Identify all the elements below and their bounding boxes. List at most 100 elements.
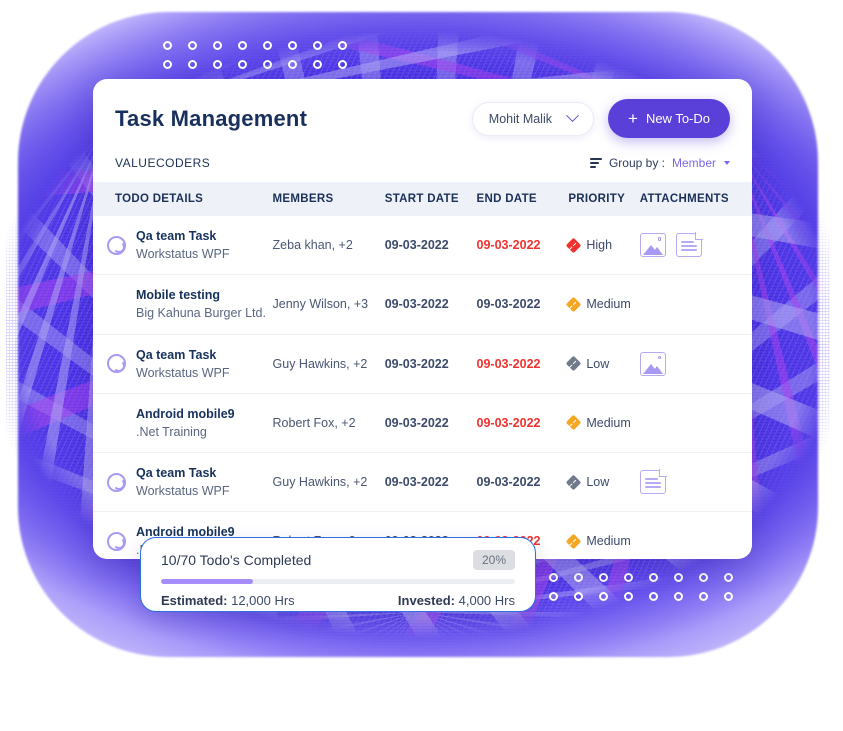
cell-attachments bbox=[639, 216, 752, 276]
image-attachment-icon[interactable] bbox=[639, 233, 666, 258]
priority-diamond-icon bbox=[566, 296, 582, 313]
cell-end-date: 09-03-2022 bbox=[476, 334, 569, 394]
cell-priority: Low bbox=[566, 452, 640, 513]
priority-label: Low bbox=[586, 475, 610, 490]
cell-start-date: 09-03-2022 bbox=[384, 274, 477, 335]
priority-diamond-icon bbox=[566, 533, 582, 550]
decorative-dot bbox=[724, 573, 733, 582]
progress-bar-fill bbox=[161, 579, 254, 584]
table-header-row: TODO DETAILS MEMBERS START DATE END DATE… bbox=[93, 182, 752, 216]
table-row[interactable]: Mobile testing Big Kahuna Burger Ltd. Jenn… bbox=[93, 274, 752, 335]
filter-lines-icon bbox=[589, 158, 602, 168]
priority-diamond-icon bbox=[566, 355, 582, 372]
priority-diamond-icon bbox=[566, 415, 582, 431]
end-date: 09-03-2022 bbox=[476, 475, 541, 490]
todo-subtitle: .Net Training bbox=[136, 424, 207, 439]
decorative-dot bbox=[213, 60, 222, 69]
table-row[interactable]: Qa team Task Workstatus WPF Guy Hawkins, +… bbox=[93, 452, 752, 513]
end-date: 09-03-2022 bbox=[476, 297, 541, 312]
screenshot-root: Task Management Mohit Malik + New To-Do … bbox=[0, 0, 843, 731]
cell-members: Guy Hawkins, +2 bbox=[272, 334, 385, 394]
column-header-members: MEMBERS bbox=[272, 182, 385, 216]
member-names: Guy Hawkins, +2 bbox=[272, 475, 368, 490]
decorative-dot bbox=[313, 60, 322, 69]
sync-circle-icon[interactable] bbox=[107, 354, 126, 374]
decorative-dot bbox=[599, 592, 608, 601]
decorative-dot bbox=[238, 60, 247, 69]
table-row[interactable]: Qa team Task Workstatus WPF Guy Hawkins, +… bbox=[93, 334, 752, 394]
new-todo-label: New To-Do bbox=[645, 111, 710, 126]
decorative-dot bbox=[338, 60, 347, 69]
table-row[interactable]: Qa team Task Workstatus WPF Zeba khan, +2 0… bbox=[93, 216, 752, 276]
todo-title: Qa team Task bbox=[136, 229, 217, 243]
decorative-dot bbox=[163, 60, 172, 69]
group-by-value: Member bbox=[671, 156, 716, 170]
group-by-control[interactable]: Group by : Member bbox=[589, 156, 730, 170]
decorative-dot bbox=[624, 592, 633, 601]
card-header: Task Management Mohit Malik + New To-Do bbox=[93, 79, 752, 152]
priority-label: Medium bbox=[586, 415, 631, 430]
invested-key: Invested: bbox=[397, 593, 455, 608]
cell-end-date: 09-03-2022 bbox=[476, 216, 569, 276]
cell-end-date: 09-03-2022 bbox=[476, 274, 569, 335]
cell-attachments bbox=[639, 452, 752, 513]
sync-circle-icon[interactable] bbox=[107, 531, 126, 551]
column-header-attachments: ATTACHMENTS bbox=[639, 182, 752, 216]
todo-subtitle: Workstatus WPF bbox=[136, 365, 230, 380]
sub-header: VALUECODERS Group by : Member bbox=[93, 152, 752, 182]
decorative-dot bbox=[338, 41, 347, 50]
cell-start-date: 09-03-2022 bbox=[384, 216, 477, 276]
column-header-todo-details: TODO DETAILS bbox=[93, 182, 273, 216]
chevron-down-icon bbox=[566, 109, 579, 123]
invested-hours: Invested: 4,000 Hrs bbox=[398, 593, 515, 608]
decorative-dot bbox=[674, 592, 683, 601]
member-names: Jenny Wilson, +3 bbox=[272, 297, 369, 312]
document-attachment-icon[interactable] bbox=[639, 469, 667, 495]
progress-top-row: 10/70 Todo's Completed 20% bbox=[161, 550, 515, 570]
page-title: Task Management bbox=[115, 105, 308, 131]
cell-todo-details: Qa team Task Workstatus WPF bbox=[93, 452, 273, 513]
organization-name: VALUECODERS bbox=[115, 156, 211, 170]
start-date: 09-03-2022 bbox=[384, 475, 449, 490]
column-header-priority: PRIORITY bbox=[568, 182, 640, 216]
decorative-dot bbox=[313, 41, 322, 50]
table-row[interactable]: Android mobile9 .Net Training Robert Fox, … bbox=[93, 393, 752, 454]
decorative-dot bbox=[574, 592, 583, 601]
new-todo-button[interactable]: + New To-Do bbox=[608, 99, 730, 138]
cell-priority: High bbox=[566, 216, 640, 276]
decorative-dot bbox=[699, 592, 708, 601]
decorative-dot bbox=[188, 60, 197, 69]
invested-value: 4,000 Hrs bbox=[458, 593, 515, 608]
cell-todo-details: Android mobile9 .Net Training bbox=[93, 393, 273, 454]
cell-end-date: 09-03-2022 bbox=[476, 452, 569, 513]
sync-circle-icon[interactable] bbox=[107, 235, 126, 255]
decorative-dot bbox=[649, 592, 658, 601]
cell-members: Guy Hawkins, +2 bbox=[272, 452, 385, 513]
table-body: Qa team Task Workstatus WPF Zeba khan, +2 0… bbox=[93, 216, 752, 559]
dot-row bbox=[549, 573, 733, 582]
dot-row bbox=[549, 592, 733, 601]
cell-attachments bbox=[639, 274, 752, 335]
todo-title: Qa team Task bbox=[136, 466, 217, 480]
todo-title: Qa team Task bbox=[136, 347, 217, 362]
progress-bottom-row: Estimated: 12,000 Hrs Invested: 4,000 Hr… bbox=[161, 593, 515, 608]
decorative-dot bbox=[724, 592, 733, 601]
todo-table: TODO DETAILS MEMBERS START DATE END DATE… bbox=[93, 182, 752, 559]
estimated-key: Estimated: bbox=[161, 593, 228, 608]
end-date: 09-03-2022 bbox=[476, 415, 541, 430]
start-date: 09-03-2022 bbox=[384, 238, 449, 253]
column-header-start-date: START DATE bbox=[384, 182, 477, 216]
todo-subtitle: Workstatus WPF bbox=[136, 484, 230, 499]
start-date: 09-03-2022 bbox=[384, 356, 449, 371]
decorative-dot bbox=[238, 41, 247, 50]
sync-circle-icon[interactable] bbox=[107, 472, 126, 492]
document-attachment-icon[interactable] bbox=[675, 232, 703, 258]
cell-attachments bbox=[639, 393, 752, 454]
cell-todo-details: Qa team Task Workstatus WPF bbox=[93, 334, 273, 394]
user-select-dropdown[interactable]: Mohit Malik bbox=[471, 101, 594, 136]
priority-label: Medium bbox=[586, 297, 631, 312]
image-attachment-icon[interactable] bbox=[639, 351, 666, 376]
cell-end-date: 09-03-2022 bbox=[476, 393, 569, 454]
progress-percent-badge: 20% bbox=[472, 550, 515, 570]
decorative-dot-grid-bottom bbox=[549, 573, 733, 601]
